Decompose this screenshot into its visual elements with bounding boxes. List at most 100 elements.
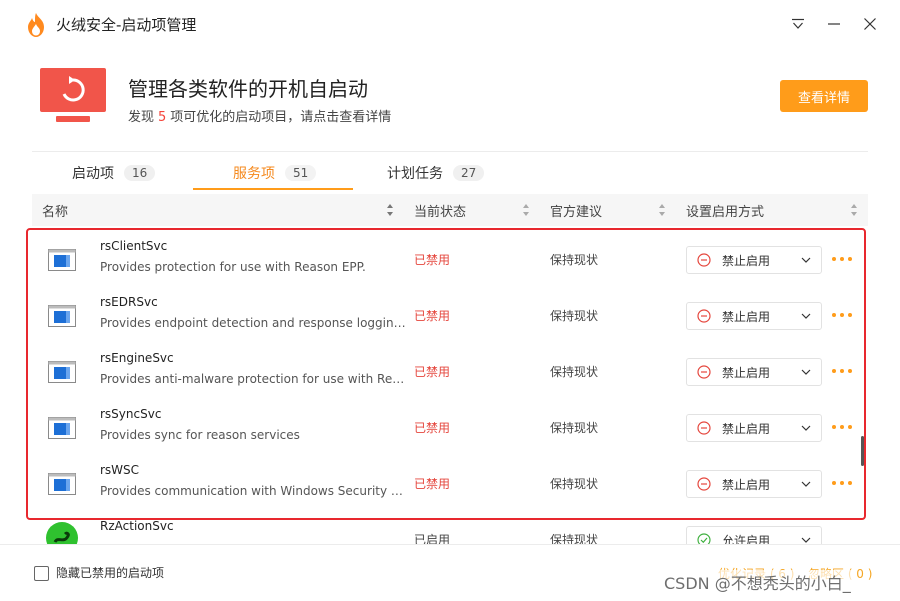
- service-description: Provides sync for reason services: [100, 428, 300, 442]
- mode-label: 禁止启用: [722, 254, 771, 268]
- mode-label: 禁止启用: [722, 366, 771, 380]
- chevron-down-icon: [801, 313, 811, 319]
- monitor-refresh-icon: [40, 68, 106, 122]
- chevron-down-icon: [801, 537, 811, 543]
- tab-scheduled-tasks[interactable]: 计划任务 27: [387, 156, 485, 190]
- more-options-button[interactable]: [832, 252, 852, 266]
- tab-count-badge: 27: [453, 165, 485, 181]
- service-name: rsSyncSvc: [100, 407, 162, 421]
- status-text: 已禁用: [414, 477, 451, 491]
- menu-dropdown-icon: [792, 18, 804, 29]
- hero-title: 管理各类软件的开机自启动: [128, 77, 368, 101]
- window-title: 火绒安全-启动项管理: [56, 16, 197, 34]
- tab-count-badge: 51: [285, 165, 317, 181]
- advice-text: 保持现状: [550, 253, 599, 267]
- table-row[interactable]: rsWSC Provides communication with Window…: [32, 456, 868, 512]
- service-window-icon: [48, 417, 76, 439]
- hero-subtitle: 发现 5 项可优化的启动项目，请点击查看详情: [128, 106, 391, 125]
- advice-text: 保持现状: [550, 421, 599, 435]
- more-options-button[interactable]: [832, 308, 852, 322]
- mode-label: 禁止启用: [722, 310, 771, 324]
- status-text: 已禁用: [414, 309, 451, 323]
- minimize-button[interactable]: [824, 14, 844, 34]
- column-header-advice[interactable]: 官方建议: [550, 194, 602, 226]
- tab-count-badge: 16: [124, 165, 156, 181]
- more-options-button[interactable]: [832, 476, 852, 490]
- title-bar: 火绒安全-启动项管理: [0, 0, 900, 48]
- mode-label: 允许启用: [722, 534, 771, 544]
- column-header-status[interactable]: 当前状态: [414, 194, 466, 226]
- chevron-down-icon: [801, 425, 811, 431]
- prohibited-icon: [697, 253, 711, 267]
- service-name: rsEngineSvc: [100, 351, 174, 365]
- more-options-button[interactable]: [832, 364, 852, 378]
- service-name: rsWSC: [100, 463, 140, 477]
- advice-text: 保持现状: [550, 533, 599, 544]
- tab-label: 计划任务: [387, 166, 443, 182]
- service-name: RzActionSvc: [100, 519, 174, 533]
- tab-startup-items[interactable]: 启动项 16: [72, 156, 156, 190]
- prohibited-icon: [697, 477, 711, 491]
- hero-sub-suffix: 项可优化的启动项目，请点击查看详情: [170, 110, 392, 125]
- startup-mode-select[interactable]: 禁止启用: [686, 470, 822, 498]
- hide-disabled-checkbox[interactable]: [34, 566, 49, 581]
- service-window-icon: [48, 305, 76, 327]
- table-row[interactable]: RzActionSvc 已启用 保持现状 允许启用: [32, 512, 868, 544]
- check-circle-icon: [697, 533, 711, 544]
- table-row[interactable]: rsEngineSvc Provides anti-malware protec…: [32, 344, 868, 400]
- status-text: 已禁用: [414, 365, 451, 379]
- chevron-down-icon: [801, 369, 811, 375]
- view-details-button[interactable]: 查看详情: [780, 80, 868, 112]
- sort-icon[interactable]: [850, 203, 858, 217]
- status-text: 已启用: [414, 533, 451, 544]
- minimize-icon: [828, 23, 840, 25]
- service-description: Provides anti-malware protection for use…: [100, 372, 406, 386]
- scrollbar-thumb[interactable]: [861, 436, 864, 466]
- table-header: 名称 当前状态 官方建议 设置启用方式: [32, 194, 868, 226]
- watermark-text: CSDN @不想秃头的小白_: [662, 570, 853, 594]
- service-window-icon: [48, 473, 76, 495]
- startup-manager-window: 火绒安全-启动项管理 管理各类软件的开机自启动 发现 5 项可优化的启动项目，请点击: [0, 0, 900, 601]
- startup-mode-select[interactable]: 禁止启用: [686, 414, 822, 442]
- startup-mode-select[interactable]: 禁止启用: [686, 302, 822, 330]
- sort-icon[interactable]: [386, 203, 394, 217]
- startup-mode-select[interactable]: 禁止启用: [686, 358, 822, 386]
- prohibited-icon: [697, 421, 711, 435]
- table-row[interactable]: rsClientSvc Provides protection for use …: [32, 232, 868, 288]
- column-header-name[interactable]: 名称: [42, 194, 68, 226]
- mode-label: 禁止启用: [722, 478, 771, 492]
- divider: [32, 151, 868, 152]
- table-row[interactable]: rsSyncSvc Provides sync for reason servi…: [32, 400, 868, 456]
- advice-text: 保持现状: [550, 365, 599, 379]
- hero-sub-prefix: 发现: [128, 110, 155, 125]
- sort-icon[interactable]: [522, 203, 530, 217]
- active-tab-indicator: [193, 188, 353, 190]
- advice-text: 保持现状: [550, 309, 599, 323]
- prohibited-icon: [697, 365, 711, 379]
- column-header-mode[interactable]: 设置启用方式: [686, 194, 764, 226]
- startup-mode-select[interactable]: 禁止启用: [686, 246, 822, 274]
- menu-dropdown-button[interactable]: [788, 14, 808, 34]
- mode-label: 禁止启用: [722, 422, 771, 436]
- status-text: 已禁用: [414, 253, 451, 267]
- status-text: 已禁用: [414, 421, 451, 435]
- sort-icon[interactable]: [658, 203, 666, 217]
- close-button[interactable]: [860, 14, 880, 34]
- close-icon: [864, 18, 876, 30]
- service-name: rsClientSvc: [100, 239, 168, 253]
- service-description: Provides endpoint detection and response…: [100, 316, 406, 330]
- table-row[interactable]: rsEDRSvc Provides endpoint detection and…: [32, 288, 868, 344]
- optimizable-count: 5: [158, 110, 167, 125]
- flame-logo-icon: [28, 13, 44, 37]
- service-name: rsEDRSvc: [100, 295, 158, 309]
- prohibited-icon: [697, 309, 711, 323]
- chevron-down-icon: [801, 257, 811, 263]
- advice-text: 保持现状: [550, 477, 599, 491]
- service-description: Provides communication with Windows Secu…: [100, 484, 406, 498]
- startup-mode-select[interactable]: 允许启用: [686, 526, 822, 544]
- tab-services[interactable]: 服务项 51: [233, 156, 317, 190]
- chevron-down-icon: [801, 481, 811, 487]
- more-options-button[interactable]: [832, 420, 852, 434]
- service-window-icon: [48, 361, 76, 383]
- hide-disabled-label[interactable]: 隐藏已禁用的启动项: [56, 564, 164, 581]
